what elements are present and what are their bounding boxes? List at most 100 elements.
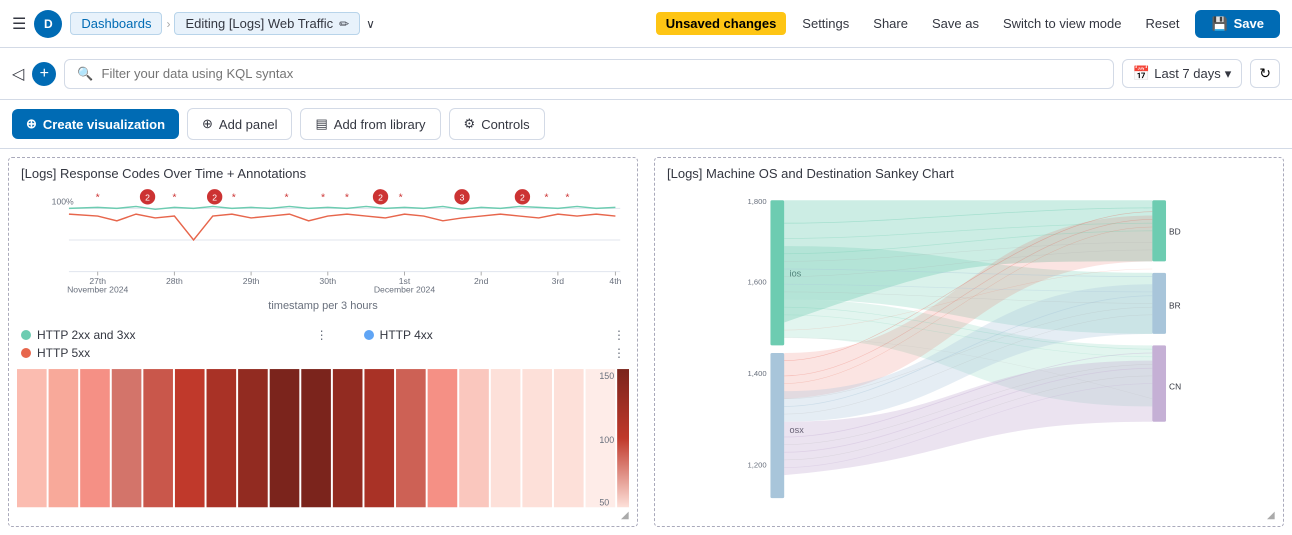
controls-button[interactable]: ⚙ Controls [449,108,545,140]
action-bar: ⊕ Create visualization ⊕ Add panel ▤ Add… [0,100,1292,149]
breadcrumb: Dashboards › Editing [Logs] Web Traffic … [70,12,375,35]
svg-text:1,600: 1,600 [748,277,767,286]
chart1-legend-row2: HTTP 5xx ⋮ [9,346,637,364]
svg-text:1,800: 1,800 [748,197,767,206]
svg-text:1,400: 1,400 [748,369,767,378]
settings-button[interactable]: Settings [794,12,857,35]
svg-text:2: 2 [378,193,383,203]
breadcrumb-separator: › [166,17,170,31]
add-library-label: Add from library [334,117,426,132]
add-panel-button[interactable]: ⊕ Add panel [187,108,292,140]
add-panel-label: Add panel [219,117,278,132]
heatmap-container: 150 100 50 [17,368,629,527]
svg-text:2nd: 2nd [474,276,489,286]
reset-area: Reset [1137,12,1187,35]
panel2-title: [Logs] Machine OS and Destination Sankey… [655,158,1283,185]
refresh-button[interactable]: ↻ [1250,59,1280,88]
heatmap-svg: 150 100 50 [17,368,629,527]
svg-text:*: * [285,192,289,204]
sankey-svg: 1,800 1,600 1,400 1,200 ios osx BD BR [663,185,1275,521]
svg-text:*: * [345,192,349,204]
time-picker[interactable]: 📅 Last 7 days ▾ [1122,59,1242,88]
svg-text:1,200: 1,200 [748,461,767,470]
panel-response-codes: [Logs] Response Codes Over Time + Annota… [8,157,638,527]
add-circle-button[interactable]: + [32,62,56,86]
reset-button[interactable]: Reset [1137,12,1187,35]
legend-label-4xx: HTTP 4xx [380,328,433,342]
avatar: D [34,10,62,38]
top-nav: ☰ D Dashboards › Editing [Logs] Web Traf… [0,0,1292,48]
create-vis-label: Create visualization [43,117,165,132]
svg-text:150: 150 [599,371,614,381]
svg-text:BD: BD [1169,227,1181,237]
legend-menu-5xx[interactable]: ⋮ [613,346,625,360]
sankey-area: 1,800 1,600 1,400 1,200 ios osx BD BR [655,185,1283,521]
svg-text:2: 2 [212,193,217,203]
x-axis-label: timestamp per 3 hours [21,300,625,312]
search-input[interactable] [102,66,1101,81]
hamburger-icon[interactable]: ☰ [12,14,26,34]
save-as-button[interactable]: Save as [924,12,987,35]
library-icon: ▤ [315,116,327,132]
legend-dot-5xx [21,348,31,358]
save-disk-icon: 💾 [1211,16,1227,32]
legend-label-5xx: HTTP 5xx [37,346,90,360]
legend-dot-2xx [21,330,31,340]
share-button[interactable]: Share [865,12,916,35]
editing-label: Editing [Logs] Web Traffic ✏ [174,12,360,35]
legend-menu-4xx[interactable]: ⋮ [613,328,625,342]
toolbar: ◁ + 🔍 📅 Last 7 days ▾ ↻ [0,48,1292,100]
svg-text:4th: 4th [609,276,621,286]
legend-item-4xx: HTTP 4xx [364,328,433,342]
panel2-resize-handle[interactable]: ◢ [1267,510,1279,522]
controls-label: Controls [481,117,529,132]
dashboards-link[interactable]: Dashboards [70,12,162,35]
legend-label-2xx: HTTP 2xx and 3xx [37,328,135,342]
panel-sankey: [Logs] Machine OS and Destination Sankey… [654,157,1284,527]
editing-text: Editing [Logs] Web Traffic [185,16,333,31]
legend-item-5xx: HTTP 5xx [21,346,90,360]
panel1-resize-handle[interactable]: ◢ [621,510,633,522]
svg-text:2: 2 [520,193,525,203]
svg-text:*: * [96,192,100,204]
svg-text:100%: 100% [52,197,74,207]
dashboard-grid: [Logs] Response Codes Over Time + Annota… [0,149,1292,535]
sidebar-toggle-button[interactable]: ◁ [12,64,24,84]
save-label: Save [1234,16,1264,31]
calendar-icon: 📅 [1133,65,1150,82]
legend-dot-4xx [364,330,374,340]
svg-text:*: * [565,192,569,204]
controls-icon: ⚙ [464,116,476,132]
svg-text:*: * [321,192,325,204]
svg-text:BR: BR [1169,301,1181,311]
create-visualization-button[interactable]: ⊕ Create visualization [12,109,179,139]
chart1-legend: HTTP 2xx and 3xx ⋮ HTTP 4xx ⋮ [9,320,637,346]
svg-text:100: 100 [599,435,614,445]
svg-text:December 2024: December 2024 [374,285,435,295]
pencil-icon[interactable]: ✏ [339,17,349,31]
svg-text:28th: 28th [166,276,183,286]
svg-text:November 2024: November 2024 [67,285,128,295]
unsaved-changes-badge: Unsaved changes [656,12,787,35]
chevron-down-icon[interactable]: ∨ [366,17,375,31]
switch-mode-button[interactable]: Switch to view mode [995,12,1130,35]
time-picker-chevron: ▾ [1225,66,1232,82]
svg-text:CN: CN [1169,382,1181,392]
save-button[interactable]: 💾 Save [1195,10,1280,38]
search-bar: 🔍 [64,59,1113,89]
svg-text:*: * [232,192,236,204]
svg-text:2: 2 [145,193,150,203]
legend-menu-2xx[interactable]: ⋮ [316,328,328,342]
add-from-library-button[interactable]: ▤ Add from library [300,108,440,140]
search-icon: 🔍 [77,66,93,82]
svg-text:30th: 30th [319,276,336,286]
create-vis-icon: ⊕ [26,116,37,132]
svg-text:3: 3 [460,193,465,203]
time-range-label: Last 7 days [1154,66,1221,81]
line-chart-svg: 100% 27th November 2 [21,185,625,295]
add-panel-icon: ⊕ [202,116,213,132]
line-chart-area: 100% 27th November 2 [9,185,637,320]
svg-text:50: 50 [599,497,609,507]
panel1-title: [Logs] Response Codes Over Time + Annota… [9,158,637,185]
svg-text:*: * [544,192,548,204]
